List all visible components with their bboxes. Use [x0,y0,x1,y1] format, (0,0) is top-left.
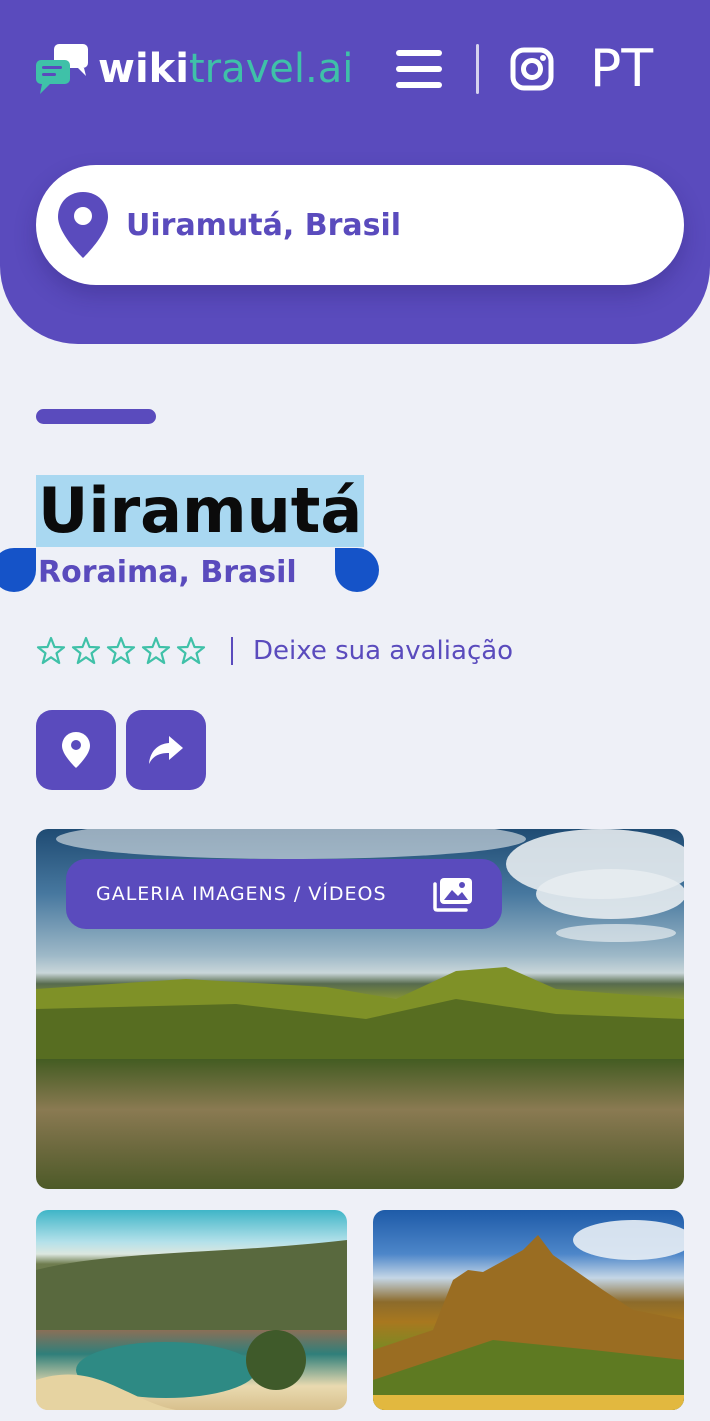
selection-handle-left[interactable] [0,548,36,592]
header: wikitravel.ai PT Uiramutá, Brasil [0,0,710,344]
cloud-shape [556,924,676,942]
logo-text: wikitravel.ai [98,44,353,94]
search-bar[interactable]: Uiramutá, Brasil [36,165,684,285]
gallery-main-image[interactable]: GALERIA IMAGENS / VÍDEOS [36,829,684,1189]
image-gallery-icon [433,878,472,912]
star-icon[interactable] [176,636,206,666]
leave-review-link[interactable]: Deixe sua avaliação [253,636,513,666]
share-button[interactable] [126,710,206,790]
star-icon[interactable] [106,636,136,666]
logo-part2: travel.ai [188,46,354,92]
wikitravel-logo[interactable]: wikitravel.ai [36,42,353,96]
search-input-value: Uiramutá, Brasil [126,207,402,243]
logo-part1: wiki [98,46,189,92]
chat-bubbles-logo-icon [36,42,92,96]
language-selector[interactable]: PT [590,40,653,98]
gallery-thumbnail[interactable] [373,1210,684,1410]
location-pin-icon [62,732,90,768]
landscape-thumbnail-art [36,1240,347,1410]
gallery-button[interactable]: GALERIA IMAGENS / VÍDEOS [66,859,502,929]
selection-handle-right[interactable] [335,548,379,592]
place-title-wrap: Uiramutá [36,475,365,547]
rating-row: Deixe sua avaliação [36,636,513,666]
place-subtitle: Roraima, Brasil [38,555,297,590]
gallery-thumbnail[interactable] [36,1210,347,1410]
star-icon[interactable] [36,636,66,666]
rating-divider [231,637,233,665]
map-location-button[interactable] [36,710,116,790]
star-icon[interactable] [141,636,171,666]
star-icon[interactable] [71,636,101,666]
cloud-shape [536,869,684,919]
header-divider [476,44,479,94]
hamburger-menu-icon[interactable] [396,50,442,88]
gallery-button-label: GALERIA IMAGENS / VÍDEOS [96,883,387,905]
instagram-icon[interactable] [510,47,554,91]
landscape-thumbnail-art [373,1220,684,1410]
cloud-shape [56,829,526,859]
share-arrow-icon [149,736,183,764]
mountain-silhouette [36,967,684,1059]
location-pin-icon [56,190,110,260]
page-title[interactable]: Uiramutá [36,475,365,547]
section-accent-bar [36,409,156,424]
